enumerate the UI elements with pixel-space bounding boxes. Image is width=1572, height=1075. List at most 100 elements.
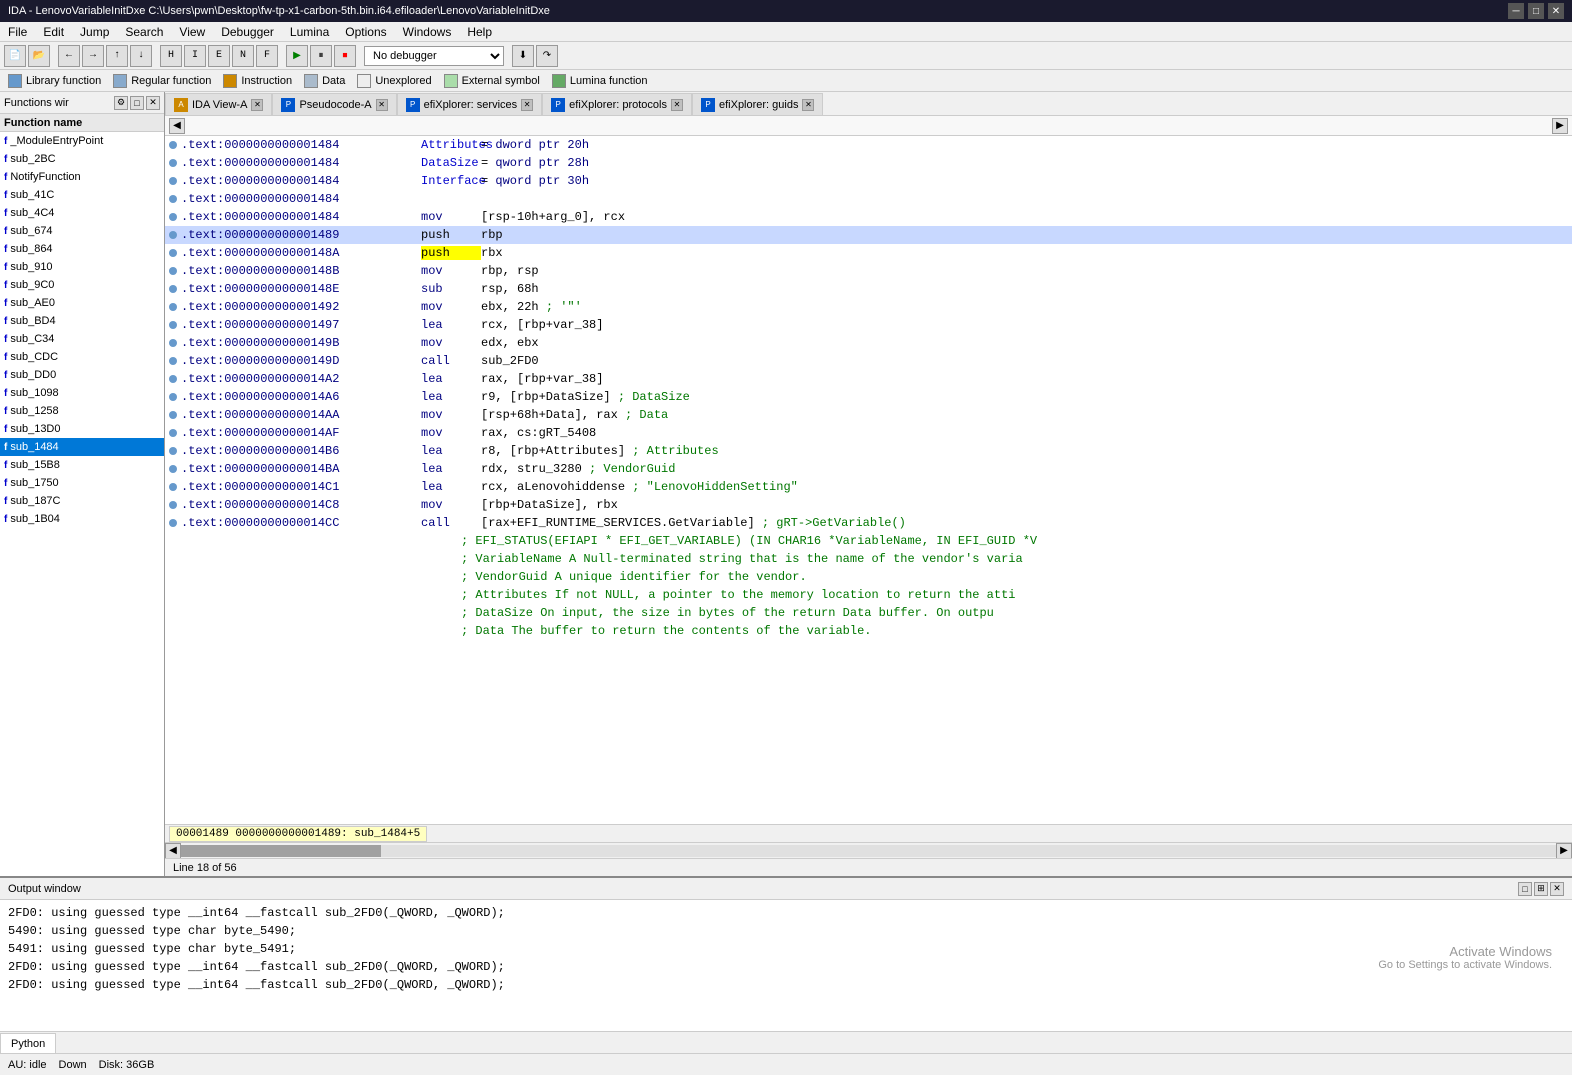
toolbar-step-into[interactable]: ⬇ xyxy=(512,45,534,67)
disasm-line[interactable]: .text:0000000000001497learcx, [rbp+var_3… xyxy=(165,316,1572,334)
output-close[interactable]: ✕ xyxy=(1550,882,1564,896)
minimize-button[interactable]: ─ xyxy=(1508,3,1524,19)
subnav-right[interactable]: ▶ xyxy=(1552,118,1568,134)
function-list-item[interactable]: fsub_4C4 xyxy=(0,204,164,222)
disasm-line[interactable]: .text:0000000000001484mov[rsp-10h+arg_0]… xyxy=(165,208,1572,226)
tab-close-button[interactable]: ✕ xyxy=(671,99,683,111)
disasm-line[interactable]: ; VariableName A Null-terminated string … xyxy=(165,550,1572,568)
tab-close-button[interactable]: ✕ xyxy=(521,99,533,111)
menu-item-edit[interactable]: Edit xyxy=(35,23,72,41)
function-list-item[interactable]: fsub_1B04 xyxy=(0,510,164,528)
disasm-line[interactable]: ; Attributes If not NULL, a pointer to t… xyxy=(165,586,1572,604)
menu-item-windows[interactable]: Windows xyxy=(395,23,460,41)
function-list-item[interactable]: fsub_674 xyxy=(0,222,164,240)
disasm-view[interactable]: .text:0000000000001484Attributes= dword … xyxy=(165,136,1572,824)
toolbar-open[interactable]: 📂 xyxy=(28,45,50,67)
function-list-item[interactable]: fsub_9C0 xyxy=(0,276,164,294)
toolbar-hex[interactable]: H xyxy=(160,45,182,67)
function-list-item[interactable]: fsub_2BC xyxy=(0,150,164,168)
toolbar-names[interactable]: N xyxy=(232,45,254,67)
toolbar-back[interactable]: ← xyxy=(58,45,80,67)
menu-item-file[interactable]: File xyxy=(0,23,35,41)
disasm-line[interactable]: ; VendorGuid A unique identifier for the… xyxy=(165,568,1572,586)
toolbar-forward[interactable]: → xyxy=(82,45,104,67)
disasm-line[interactable]: .text:000000000000149Bmovedx, ebx xyxy=(165,334,1572,352)
disasm-line[interactable]: .text:0000000000001484DataSize= qword pt… xyxy=(165,154,1572,172)
disasm-line[interactable]: .text:00000000000014AFmovrax, cs:gRT_540… xyxy=(165,424,1572,442)
function-list-item[interactable]: fNotifyFunction xyxy=(0,168,164,186)
tab-close-button[interactable]: ✕ xyxy=(251,99,263,111)
menu-item-help[interactable]: Help xyxy=(459,23,500,41)
function-list-item[interactable]: fsub_910 xyxy=(0,258,164,276)
bottom-tab-python[interactable]: Python xyxy=(0,1033,56,1053)
tab-close-button[interactable]: ✕ xyxy=(802,99,814,111)
toolbar-functions[interactable]: F xyxy=(256,45,278,67)
menu-item-search[interactable]: Search xyxy=(117,23,171,41)
function-list-item[interactable]: fsub_1750 xyxy=(0,474,164,492)
disasm-line[interactable]: .text:00000000000014C8mov[rbp+DataSize],… xyxy=(165,496,1572,514)
debugger-combo[interactable]: No debuggerLocal Windows debuggerRemote … xyxy=(364,46,504,66)
function-list-item[interactable]: fsub_AE0 xyxy=(0,294,164,312)
function-list-item[interactable]: fsub_187C xyxy=(0,492,164,510)
maximize-button[interactable]: □ xyxy=(1528,3,1544,19)
close-button[interactable]: ✕ xyxy=(1548,3,1564,19)
hscroll-track[interactable] xyxy=(181,845,1556,857)
tab-ida-view-a[interactable]: AIDA View-A✕ xyxy=(165,93,272,115)
function-list-item[interactable]: fsub_41C xyxy=(0,186,164,204)
menu-item-jump[interactable]: Jump xyxy=(72,23,117,41)
functions-panel-settings[interactable]: ⚙ xyxy=(114,96,128,110)
disasm-line[interactable]: .text:00000000000014A2learax, [rbp+var_3… xyxy=(165,370,1572,388)
tab-efixplorer--services[interactable]: PefiXplorer: services✕ xyxy=(397,93,543,115)
disasm-line[interactable]: .text:0000000000001484Attributes= dword … xyxy=(165,136,1572,154)
hscroll-right[interactable]: ▶ xyxy=(1556,843,1572,859)
tab-efixplorer--protocols[interactable]: PefiXplorer: protocols✕ xyxy=(542,93,692,115)
menu-item-options[interactable]: Options xyxy=(337,23,394,41)
function-list-item[interactable]: fsub_1484 xyxy=(0,438,164,456)
functions-panel-close[interactable]: ✕ xyxy=(146,96,160,110)
tab-close-button[interactable]: ✕ xyxy=(376,99,388,111)
menu-item-view[interactable]: View xyxy=(171,23,213,41)
function-list-item[interactable]: fsub_13D0 xyxy=(0,420,164,438)
disasm-hscroll[interactable]: ◀ ▶ xyxy=(165,842,1572,858)
function-list-item[interactable]: fsub_C34 xyxy=(0,330,164,348)
output-maximize[interactable]: □ xyxy=(1518,882,1532,896)
function-list-item[interactable]: fsub_1258 xyxy=(0,402,164,420)
disasm-line[interactable]: ; Data The buffer to return the contents… xyxy=(165,622,1572,640)
disasm-line[interactable]: .text:000000000000148Bmovrbp, rsp xyxy=(165,262,1572,280)
toolbar-exports[interactable]: E xyxy=(208,45,230,67)
tab-pseudocode-a[interactable]: PPseudocode-A✕ xyxy=(272,93,396,115)
function-list-item[interactable]: fsub_BD4 xyxy=(0,312,164,330)
function-list-item[interactable]: fsub_DD0 xyxy=(0,366,164,384)
disasm-line[interactable]: .text:00000000000014BAleardx, stru_3280 … xyxy=(165,460,1572,478)
toolbar-debug-pause[interactable]: ⏸ xyxy=(310,45,332,67)
toolbar-step-over[interactable]: ↷ xyxy=(536,45,558,67)
menu-item-debugger[interactable]: Debugger xyxy=(213,23,282,41)
disasm-line[interactable]: ; DataSize On input, the size in bytes o… xyxy=(165,604,1572,622)
disasm-line[interactable]: .text:00000000000014AAmov[rsp+68h+Data],… xyxy=(165,406,1572,424)
disasm-line[interactable]: .text:00000000000014B6lear8, [rbp+Attrib… xyxy=(165,442,1572,460)
subnav-left[interactable]: ◀ xyxy=(169,118,185,134)
function-list-item[interactable]: fsub_1098 xyxy=(0,384,164,402)
toolbar-imports[interactable]: I xyxy=(184,45,206,67)
disasm-line[interactable]: .text:0000000000001484 xyxy=(165,190,1572,208)
function-list-item[interactable]: f_ModuleEntryPoint xyxy=(0,132,164,150)
disasm-line[interactable]: .text:0000000000001484Interface= qword p… xyxy=(165,172,1572,190)
disasm-line[interactable]: .text:0000000000001492movebx, 22h ; '"' xyxy=(165,298,1572,316)
function-list-item[interactable]: fsub_15B8 xyxy=(0,456,164,474)
disasm-line[interactable]: ; EFI_STATUS(EFIAPI * EFI_GET_VARIABLE) … xyxy=(165,532,1572,550)
disasm-line[interactable]: .text:000000000000148Apushrbx xyxy=(165,244,1572,262)
disasm-line[interactable]: .text:000000000000148Esubrsp, 68h xyxy=(165,280,1572,298)
menu-item-lumina[interactable]: Lumina xyxy=(282,23,337,41)
tab-efixplorer--guids[interactable]: PefiXplorer: guids✕ xyxy=(692,93,824,115)
toolbar-up[interactable]: ↑ xyxy=(106,45,128,67)
functions-panel-detach[interactable]: □ xyxy=(130,96,144,110)
output-detach[interactable]: ⊞ xyxy=(1534,882,1548,896)
functions-list[interactable]: f_ModuleEntryPointfsub_2BCfNotifyFunctio… xyxy=(0,132,164,876)
disasm-line[interactable]: .text:000000000000149Dcallsub_2FD0 xyxy=(165,352,1572,370)
disasm-line[interactable]: .text:0000000000001489pushrbp xyxy=(165,226,1572,244)
hscroll-left[interactable]: ◀ xyxy=(165,843,181,859)
disasm-line[interactable]: .text:00000000000014A6lear9, [rbp+DataSi… xyxy=(165,388,1572,406)
disasm-line[interactable]: .text:00000000000014CCcall[rax+EFI_RUNTI… xyxy=(165,514,1572,532)
disasm-line[interactable]: .text:00000000000014C1learcx, aLenovohid… xyxy=(165,478,1572,496)
toolbar-debug-stop[interactable]: ⏹ xyxy=(334,45,356,67)
